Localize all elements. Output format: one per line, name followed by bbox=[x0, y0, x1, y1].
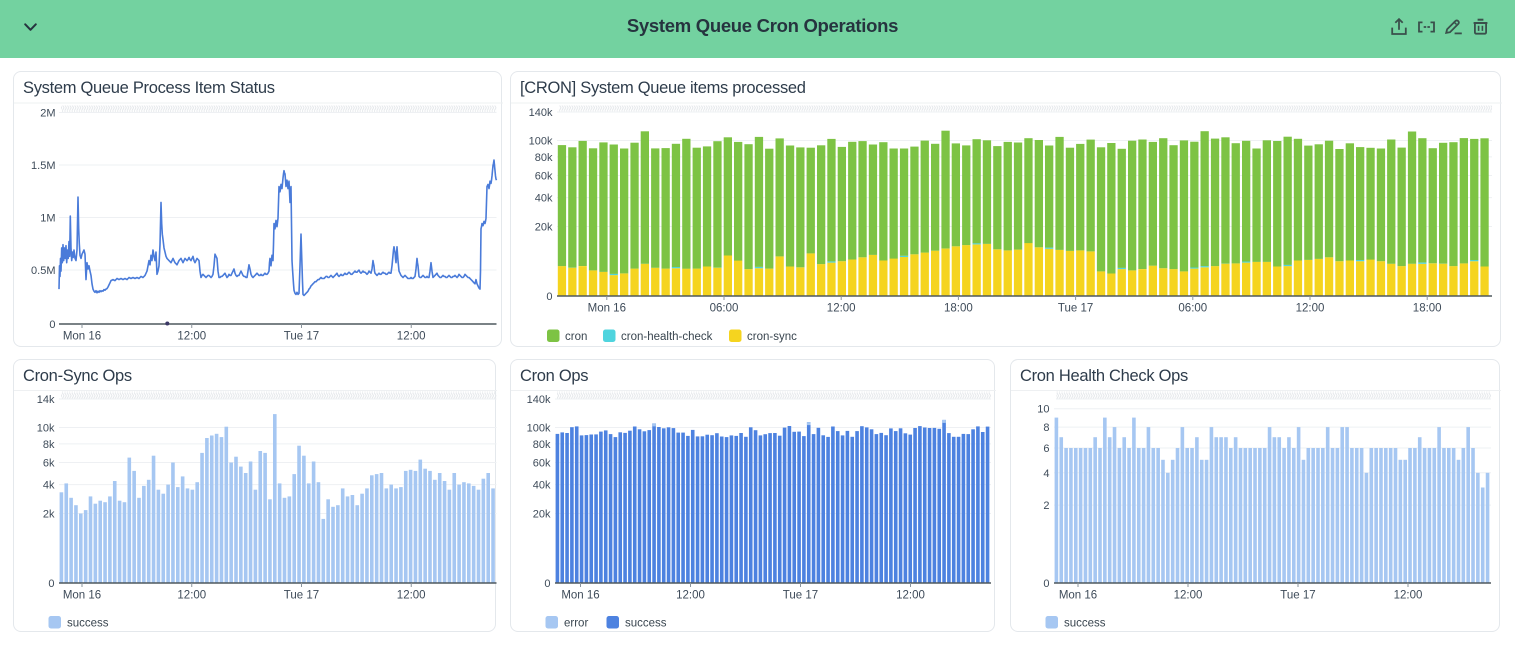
svg-text:06:00: 06:00 bbox=[1178, 303, 1207, 315]
svg-text:1M: 1M bbox=[40, 213, 55, 225]
svg-text:1.5M: 1.5M bbox=[31, 160, 55, 172]
svg-text:12:00: 12:00 bbox=[1174, 590, 1203, 602]
svg-text:12:00: 12:00 bbox=[397, 590, 426, 602]
svg-text:Mon 16: Mon 16 bbox=[63, 331, 101, 343]
svg-text:140k: 140k bbox=[529, 107, 553, 119]
svg-text:18:00: 18:00 bbox=[1413, 303, 1442, 315]
svg-text:4: 4 bbox=[1043, 468, 1049, 480]
svg-text:10k: 10k bbox=[37, 423, 55, 435]
svg-text:Mon 16: Mon 16 bbox=[588, 303, 626, 315]
svg-text:Mon 16: Mon 16 bbox=[561, 590, 599, 602]
svg-text:80k: 80k bbox=[533, 439, 551, 451]
svg-text:12:00: 12:00 bbox=[827, 303, 856, 315]
svg-text:cron-sync: cron-sync bbox=[747, 331, 797, 343]
svg-text:18:00: 18:00 bbox=[944, 303, 973, 315]
svg-text:60k: 60k bbox=[533, 458, 551, 470]
svg-text:8: 8 bbox=[1043, 422, 1049, 434]
svg-text:12:00: 12:00 bbox=[177, 590, 206, 602]
svg-text:Mon 16: Mon 16 bbox=[63, 590, 101, 602]
svg-text:8k: 8k bbox=[43, 439, 55, 451]
svg-text:0: 0 bbox=[546, 291, 552, 303]
svg-text:80k: 80k bbox=[535, 152, 553, 164]
svg-text:0: 0 bbox=[544, 578, 550, 590]
svg-text:success: success bbox=[625, 618, 667, 630]
svg-text:2k: 2k bbox=[43, 509, 55, 521]
svg-text:40k: 40k bbox=[533, 480, 551, 492]
svg-text:12:00: 12:00 bbox=[177, 331, 206, 343]
svg-text:140k: 140k bbox=[527, 394, 551, 406]
svg-text:12:00: 12:00 bbox=[397, 331, 426, 343]
svg-text:error: error bbox=[564, 618, 588, 630]
svg-text:10: 10 bbox=[1037, 404, 1049, 416]
svg-text:12:00: 12:00 bbox=[1394, 590, 1423, 602]
svg-text:Tue 17: Tue 17 bbox=[284, 331, 319, 343]
svg-text:20k: 20k bbox=[535, 222, 553, 234]
svg-text:06:00: 06:00 bbox=[710, 303, 739, 315]
svg-text:Tue 17: Tue 17 bbox=[783, 590, 818, 602]
svg-text:12:00: 12:00 bbox=[896, 590, 925, 602]
svg-text:6k: 6k bbox=[43, 458, 55, 470]
svg-text:60k: 60k bbox=[535, 171, 553, 183]
svg-text:0.5M: 0.5M bbox=[31, 265, 55, 277]
svg-text:12:00: 12:00 bbox=[676, 590, 705, 602]
svg-text:4k: 4k bbox=[43, 480, 55, 492]
svg-text:0: 0 bbox=[1043, 578, 1049, 590]
svg-text:success: success bbox=[67, 618, 109, 630]
svg-text:2M: 2M bbox=[40, 108, 55, 120]
svg-text:100k: 100k bbox=[527, 423, 551, 435]
svg-text:cron-health-check: cron-health-check bbox=[621, 331, 713, 343]
svg-text:cron: cron bbox=[565, 331, 587, 343]
svg-text:Mon 16: Mon 16 bbox=[1059, 590, 1097, 602]
svg-text:2: 2 bbox=[1043, 500, 1049, 512]
svg-text:20k: 20k bbox=[533, 509, 551, 521]
svg-text:12:00: 12:00 bbox=[1296, 303, 1325, 315]
svg-text:Tue 17: Tue 17 bbox=[1280, 590, 1315, 602]
svg-text:6: 6 bbox=[1043, 443, 1049, 455]
svg-text:Tue 17: Tue 17 bbox=[1058, 303, 1093, 315]
svg-text:100k: 100k bbox=[529, 136, 553, 148]
svg-text:0: 0 bbox=[48, 578, 54, 590]
svg-text:success: success bbox=[1064, 618, 1106, 630]
svg-text:0: 0 bbox=[49, 319, 55, 331]
svg-text:40k: 40k bbox=[535, 193, 553, 205]
svg-text:Tue 17: Tue 17 bbox=[284, 590, 319, 602]
svg-text:14k: 14k bbox=[37, 394, 55, 406]
